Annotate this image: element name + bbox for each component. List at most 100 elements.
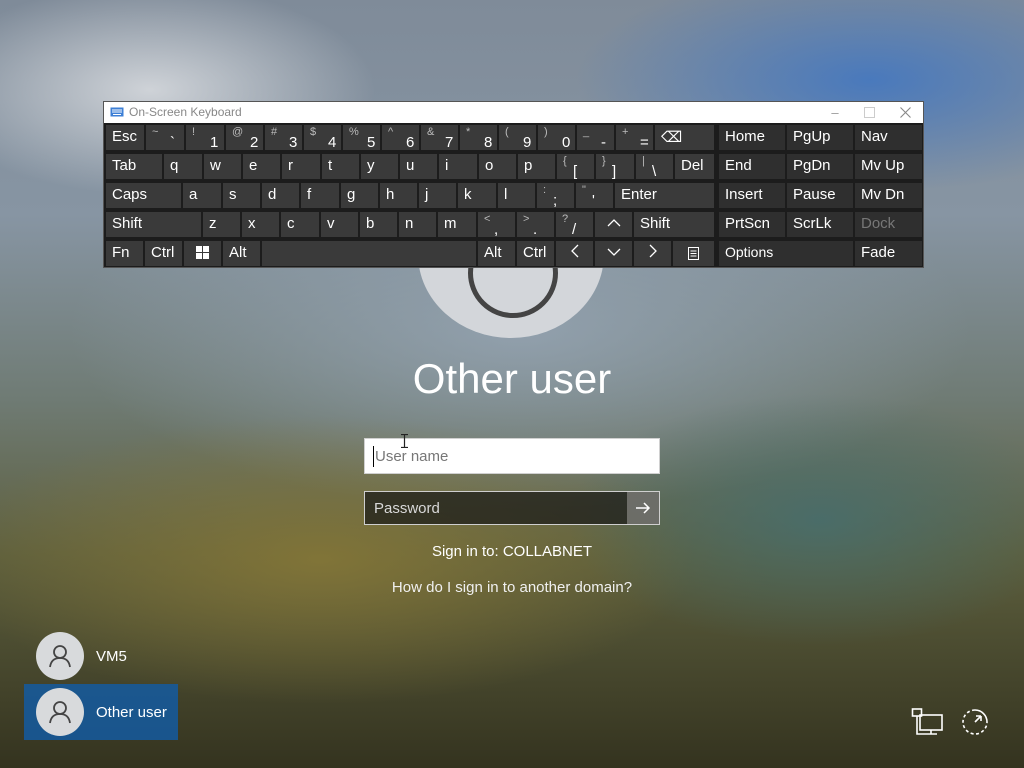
key-v[interactable]: v <box>320 211 359 238</box>
key-alt-right[interactable]: Alt <box>477 240 516 267</box>
key-semicolon[interactable]: :; <box>536 182 575 209</box>
key-prtscn[interactable]: PrtScn <box>718 211 786 238</box>
password-field[interactable] <box>365 492 627 524</box>
key-pgup[interactable]: PgUp <box>786 124 854 151</box>
key-m[interactable]: m <box>437 211 477 238</box>
key-insert[interactable]: Insert <box>718 182 786 209</box>
key-g[interactable]: g <box>340 182 379 209</box>
key-q[interactable]: q <box>163 153 203 180</box>
key-nav[interactable]: Nav <box>854 124 923 151</box>
key-mv-up[interactable]: Mv Up <box>854 153 923 180</box>
key-quote[interactable]: " ' <box>575 182 614 209</box>
key-l[interactable]: l <box>497 182 536 209</box>
key-fn[interactable]: Fn <box>105 240 144 267</box>
key-x[interactable]: x <box>241 211 280 238</box>
key-k[interactable]: k <box>457 182 497 209</box>
key-mv-dn[interactable]: Mv Dn <box>854 182 923 209</box>
key-f[interactable]: f <box>300 182 340 209</box>
avatar <box>36 688 84 736</box>
arrow-up-icon <box>607 219 620 227</box>
user-item-other-user[interactable]: Other user <box>24 684 178 740</box>
key-r[interactable]: r <box>281 153 321 180</box>
ease-of-access-icon[interactable] <box>958 707 992 737</box>
user-name: VM5 <box>96 647 127 665</box>
key-o[interactable]: o <box>478 153 517 180</box>
network-icon[interactable] <box>911 707 945 737</box>
key-minus[interactable]: _ - <box>576 124 615 151</box>
key-fade[interactable]: Fade <box>854 240 923 267</box>
key-esc[interactable]: Esc <box>105 124 145 151</box>
key-close-bracket[interactable]: }] <box>595 153 635 180</box>
key-del[interactable]: Del <box>674 153 715 180</box>
key-slash[interactable]: ? / <box>555 211 594 238</box>
key-comma[interactable]: <, <box>477 211 516 238</box>
key-scrlk[interactable]: ScrLk <box>786 211 854 238</box>
key-menu[interactable] <box>672 240 715 267</box>
key-arrow-right[interactable] <box>633 240 672 267</box>
key-b[interactable]: b <box>359 211 398 238</box>
key-caps[interactable]: Caps <box>105 182 182 209</box>
maximize-button[interactable] <box>850 102 888 123</box>
key-1[interactable]: ! 1 <box>185 124 225 151</box>
key-4[interactable]: $4 <box>303 124 342 151</box>
key-y[interactable]: y <box>360 153 399 180</box>
key-5[interactable]: % 5 <box>342 124 381 151</box>
key-backtick[interactable]: ~ ` <box>145 124 185 151</box>
key-equals[interactable]: + = <box>615 124 654 151</box>
key-0[interactable]: ) 0 <box>537 124 576 151</box>
key-u[interactable]: u <box>399 153 438 180</box>
key-n[interactable]: n <box>398 211 437 238</box>
keyboard-icon <box>110 107 124 117</box>
key-z[interactable]: z <box>202 211 241 238</box>
key-end[interactable]: End <box>718 153 786 180</box>
key-i[interactable]: i <box>438 153 478 180</box>
key-backspace[interactable]: ⌫ <box>654 124 715 151</box>
key-d[interactable]: d <box>261 182 300 209</box>
key-arrow-left[interactable] <box>555 240 594 267</box>
submit-button[interactable] <box>627 492 659 524</box>
key-8[interactable]: * 8 <box>459 124 498 151</box>
key-w[interactable]: w <box>203 153 242 180</box>
minimize-button[interactable]: – <box>816 102 854 123</box>
close-button[interactable] <box>886 102 924 123</box>
on-screen-keyboard: On-Screen Keyboard – Esc ~ ` ! 1 @2 #3 $4 … <box>103 101 924 268</box>
key-c[interactable]: c <box>280 211 320 238</box>
key-h[interactable]: h <box>379 182 418 209</box>
key-9[interactable]: (9 <box>498 124 537 151</box>
key-arrow-down[interactable] <box>594 240 633 267</box>
key-tab[interactable]: Tab <box>105 153 163 180</box>
key-j[interactable]: j <box>418 182 457 209</box>
key-pgdn[interactable]: PgDn <box>786 153 854 180</box>
key-options[interactable]: Options <box>718 240 854 267</box>
key-2[interactable]: @2 <box>225 124 264 151</box>
arrow-right-icon <box>636 502 651 514</box>
key-alt-left[interactable]: Alt <box>222 240 261 267</box>
key-enter[interactable]: Enter <box>614 182 715 209</box>
osk-titlebar[interactable]: On-Screen Keyboard – <box>104 102 923 123</box>
key-shift-right[interactable]: Shift <box>633 211 715 238</box>
key-7[interactable]: & 7 <box>420 124 459 151</box>
key-home[interactable]: Home <box>718 124 786 151</box>
key-s[interactable]: s <box>222 182 261 209</box>
key-e[interactable]: e <box>242 153 281 180</box>
key-pause[interactable]: Pause <box>786 182 854 209</box>
key-open-bracket[interactable]: {[ <box>556 153 595 180</box>
key-ctrl-left[interactable]: Ctrl <box>144 240 183 267</box>
key-3[interactable]: #3 <box>264 124 303 151</box>
key-a[interactable]: a <box>182 182 222 209</box>
key-t[interactable]: t <box>321 153 360 180</box>
key-space[interactable] <box>261 240 477 267</box>
key-period[interactable]: >. <box>516 211 555 238</box>
key-shift-left[interactable]: Shift <box>105 211 202 238</box>
other-domain-link[interactable]: How do I sign in to another domain? <box>312 579 712 596</box>
key-windows[interactable] <box>183 240 222 267</box>
key-dock[interactable]: Dock <box>854 211 923 238</box>
user-item-vm5[interactable]: VM5 <box>24 628 178 684</box>
arrow-left-icon <box>570 244 578 258</box>
user-name: Other user <box>96 703 167 721</box>
key-6[interactable]: ^ 6 <box>381 124 420 151</box>
key-arrow-up[interactable] <box>594 211 633 238</box>
key-backslash[interactable]: | \ <box>635 153 674 180</box>
key-ctrl-right[interactable]: Ctrl <box>516 240 555 267</box>
key-p[interactable]: p <box>517 153 556 180</box>
